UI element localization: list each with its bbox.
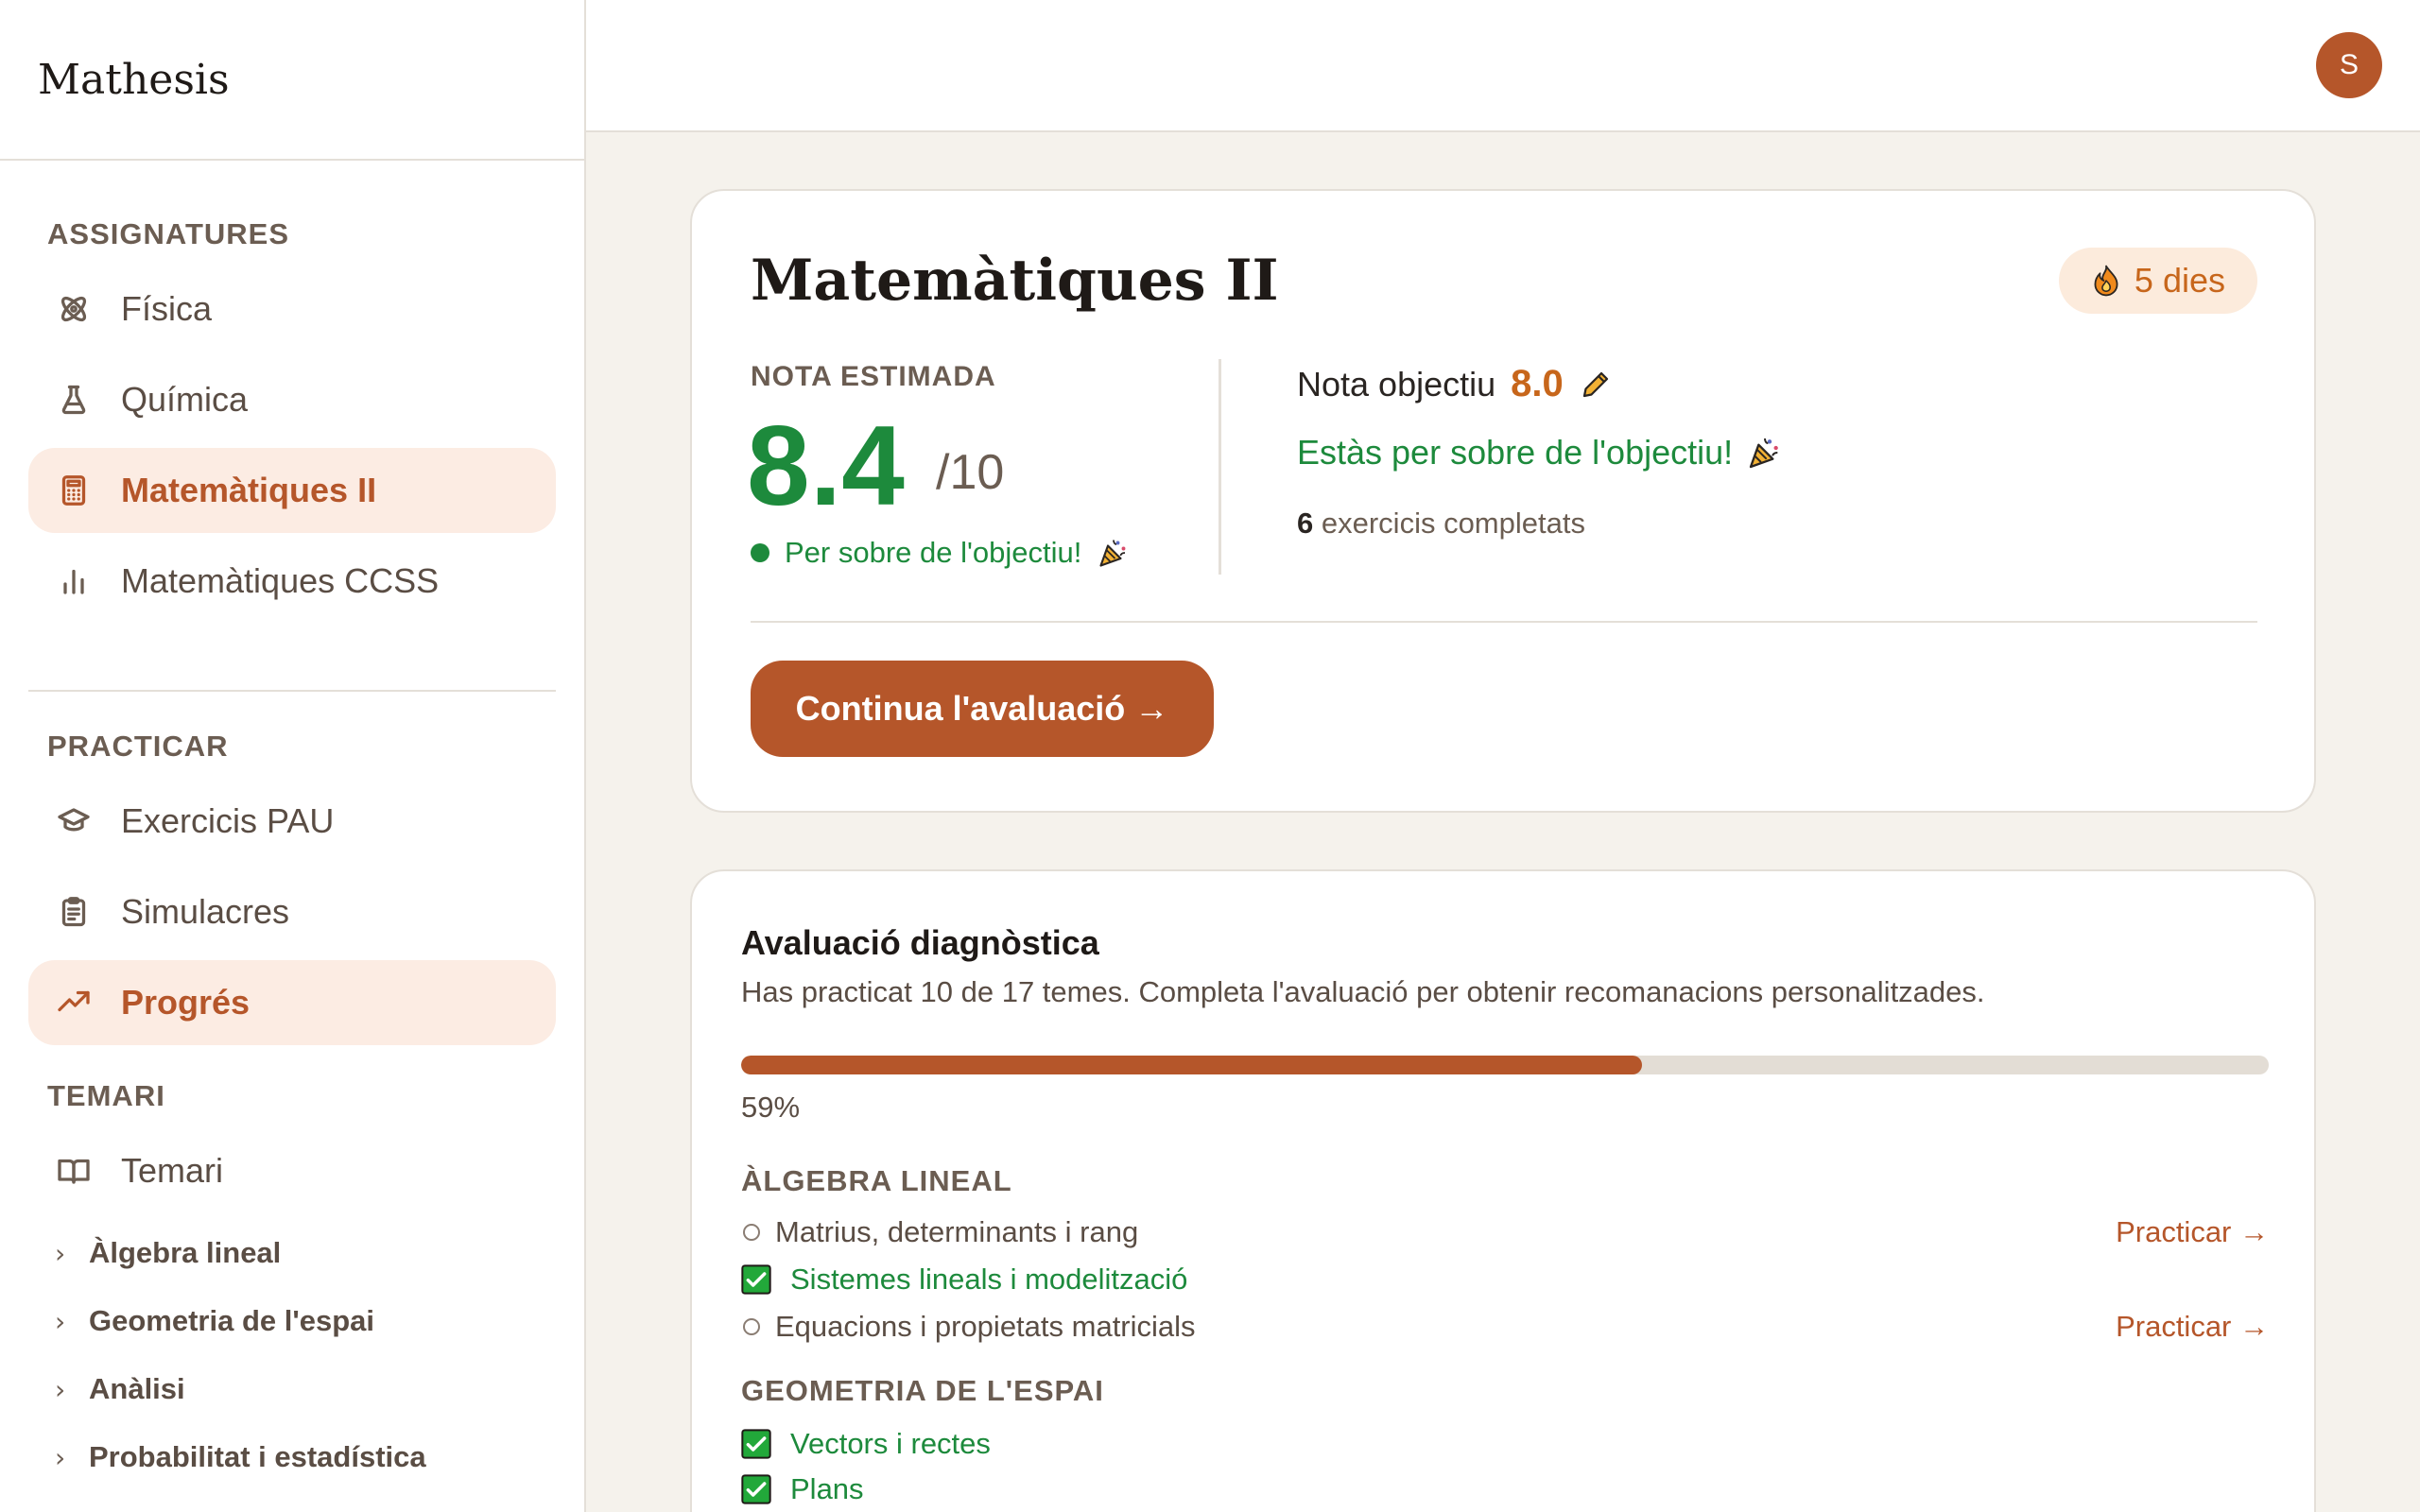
brand: Mathesis <box>0 0 584 161</box>
check-box-icon <box>741 1264 771 1295</box>
chevron-right-icon: › <box>55 1373 66 1405</box>
sidebar-item-exercicis-pau[interactable]: Exercicis PAU <box>28 779 556 864</box>
syllabus-item-label: Probabilitat i estadística <box>89 1440 426 1473</box>
pencil-icon[interactable] <box>1579 368 1613 402</box>
flask-icon <box>55 381 93 419</box>
topic-row: Sistemes lineals i modelització <box>741 1257 2269 1302</box>
sidebar-item-simulacres[interactable]: Simulacres <box>28 869 556 954</box>
chevron-right-icon: › <box>55 1237 66 1269</box>
sidebar-item-fisica[interactable]: Física <box>28 266 556 352</box>
streak-badge: 5 dies <box>2058 248 2257 314</box>
sidebar-item-matematiques-ii[interactable]: Matemàtiques II <box>28 448 556 533</box>
calculator-icon <box>55 472 93 509</box>
sidebar-item-label: Simulacres <box>121 892 290 931</box>
subjects-heading: ASSIGNATURES <box>47 217 290 250</box>
sidebar: Mathesis ASSIGNATURES Física Química Mat… <box>0 0 586 1512</box>
topic-label: Equacions i propietats matricials <box>775 1310 1196 1343</box>
pending-circle-icon <box>743 1318 760 1335</box>
goal-value: 8.0 <box>1511 363 1564 404</box>
continue-assessment-button[interactable]: Continua l'avaluació → <box>751 661 1214 757</box>
estimated-grade-outof: /10 <box>936 445 1005 500</box>
sidebar-item-temari[interactable]: Temari <box>28 1128 556 1213</box>
sidebar-item-label: Progrés <box>121 983 251 1022</box>
topic-label: Sistemes lineals i modelització <box>790 1263 1188 1296</box>
syllabus-section: TEMARI Temari › Àlgebra lineal › Geometr… <box>0 1051 584 1491</box>
subjects-section: ASSIGNATURES Física Química Matemàtiques… <box>0 161 584 624</box>
diagnostic-progress-fill <box>741 1056 1643 1074</box>
sidebar-item-label: Matemàtiques CCSS <box>121 561 440 600</box>
estimated-grade-label: NOTA ESTIMADA <box>751 361 996 392</box>
syllabus-item-label: Geometria de l'espai <box>89 1304 374 1337</box>
book-icon <box>55 1152 93 1190</box>
chevron-right-icon: › <box>55 1441 66 1473</box>
goal-status: Estàs per sobre de l'objectiu! <box>1297 433 1784 472</box>
practice-link[interactable]: Practicar → <box>2116 1310 2269 1344</box>
check-box-icon <box>741 1474 771 1504</box>
exercises-count-label: exercicis completats <box>1321 507 1585 540</box>
topic-label: Plans <box>790 1472 864 1505</box>
practice-section: PRACTICAR Exercicis PAU Simulacres Progr… <box>0 692 584 1045</box>
horizontal-divider <box>751 621 2257 623</box>
check-box-icon <box>741 1429 771 1459</box>
exercises-count: 6 exercicis completats <box>1297 507 1585 541</box>
sidebar-item-label: Física <box>121 289 213 328</box>
topic-row: Plans <box>741 1467 2269 1512</box>
sidebar-item-progres[interactable]: Progrés <box>28 960 556 1045</box>
practice-heading: PRACTICAR <box>47 730 229 763</box>
trending-up-icon <box>55 984 93 1022</box>
vertical-divider <box>1219 359 1221 575</box>
syllabus-item-label: Àlgebra lineal <box>89 1236 282 1269</box>
syllabus-item-label: Anàlisi <box>89 1372 185 1405</box>
topic-label: Vectors i rectes <box>790 1427 991 1460</box>
topic-row: Matrius, determinants i rang Practicar → <box>741 1210 2269 1255</box>
graduation-cap-icon <box>55 802 93 840</box>
atom-icon <box>55 290 93 328</box>
diagnostic-title: Avaluació diagnòstica <box>741 923 1099 962</box>
streak-label: 5 dies <box>2134 261 2225 300</box>
topic-label: Matrius, determinants i rang <box>775 1215 1139 1248</box>
syllabus-heading: TEMARI <box>47 1079 165 1112</box>
fire-icon <box>2094 265 2118 297</box>
goal-status-label: Estàs per sobre de l'objectiu! <box>1297 433 1734 472</box>
practice-link[interactable]: Practicar → <box>2116 1215 2269 1249</box>
sidebar-item-label: Temari <box>121 1151 224 1190</box>
party-popper-icon <box>1749 438 1778 469</box>
topic-row: Vectors i rectes <box>741 1421 2269 1467</box>
pending-circle-icon <box>743 1224 760 1241</box>
diagnostic-progress-label: 59% <box>741 1091 801 1124</box>
top-bar: S <box>586 0 2420 132</box>
topic-group-heading: ÀLGEBRA LINEAL <box>741 1164 1012 1197</box>
goal-row: Nota objectiu 8.0 <box>1297 363 1613 405</box>
sidebar-item-matematiques-ccss[interactable]: Matemàtiques CCSS <box>28 539 556 624</box>
diagnostic-description: Has practicat 10 de 17 temes. Completa l… <box>741 975 1985 1008</box>
sidebar-item-quimica[interactable]: Química <box>28 357 556 442</box>
sidebar-item-label: Matemàtiques II <box>121 471 377 509</box>
sidebar-item-label: Química <box>121 380 249 419</box>
topic-group-heading: GEOMETRIA DE L'ESPAI <box>741 1374 1104 1407</box>
sidebar-item-label: Exercicis PAU <box>121 801 335 840</box>
syllabus-item-algebra-lineal[interactable]: › Àlgebra lineal <box>28 1219 556 1287</box>
diagnostic-card: Avaluació diagnòstica Has practicat 10 d… <box>690 869 2316 1512</box>
app-logo-text[interactable]: Mathesis <box>38 56 230 104</box>
goal-label: Nota objectiu <box>1297 365 1496 404</box>
syllabus-item-probabilitat[interactable]: › Probabilitat i estadística <box>28 1423 556 1491</box>
estimated-grade-status: Per sobre de l'objectiu! <box>751 536 1131 570</box>
chevron-right-icon: › <box>55 1305 66 1337</box>
estimated-status-label: Per sobre de l'objectiu! <box>785 536 1082 569</box>
exercises-count-value: 6 <box>1297 507 1314 540</box>
diagnostic-progress-bar <box>741 1056 2269 1074</box>
syllabus-item-geometria[interactable]: › Geometria de l'espai <box>28 1287 556 1355</box>
status-dot <box>751 543 769 562</box>
subject-overview-card: Matemàtiques II 5 dies NOTA ESTIMADA 8.4… <box>690 189 2316 813</box>
topic-row: Equacions i propietats matricials Practi… <box>741 1304 2269 1349</box>
page-title: Matemàtiques II <box>751 248 1279 314</box>
bar-chart-icon <box>55 562 93 600</box>
party-popper-icon <box>1099 540 1126 567</box>
avatar[interactable]: S <box>2316 32 2382 98</box>
syllabus-item-analisi[interactable]: › Anàlisi <box>28 1355 556 1423</box>
estimated-grade-value: 8.4 <box>747 403 905 529</box>
clipboard-icon <box>55 893 93 931</box>
